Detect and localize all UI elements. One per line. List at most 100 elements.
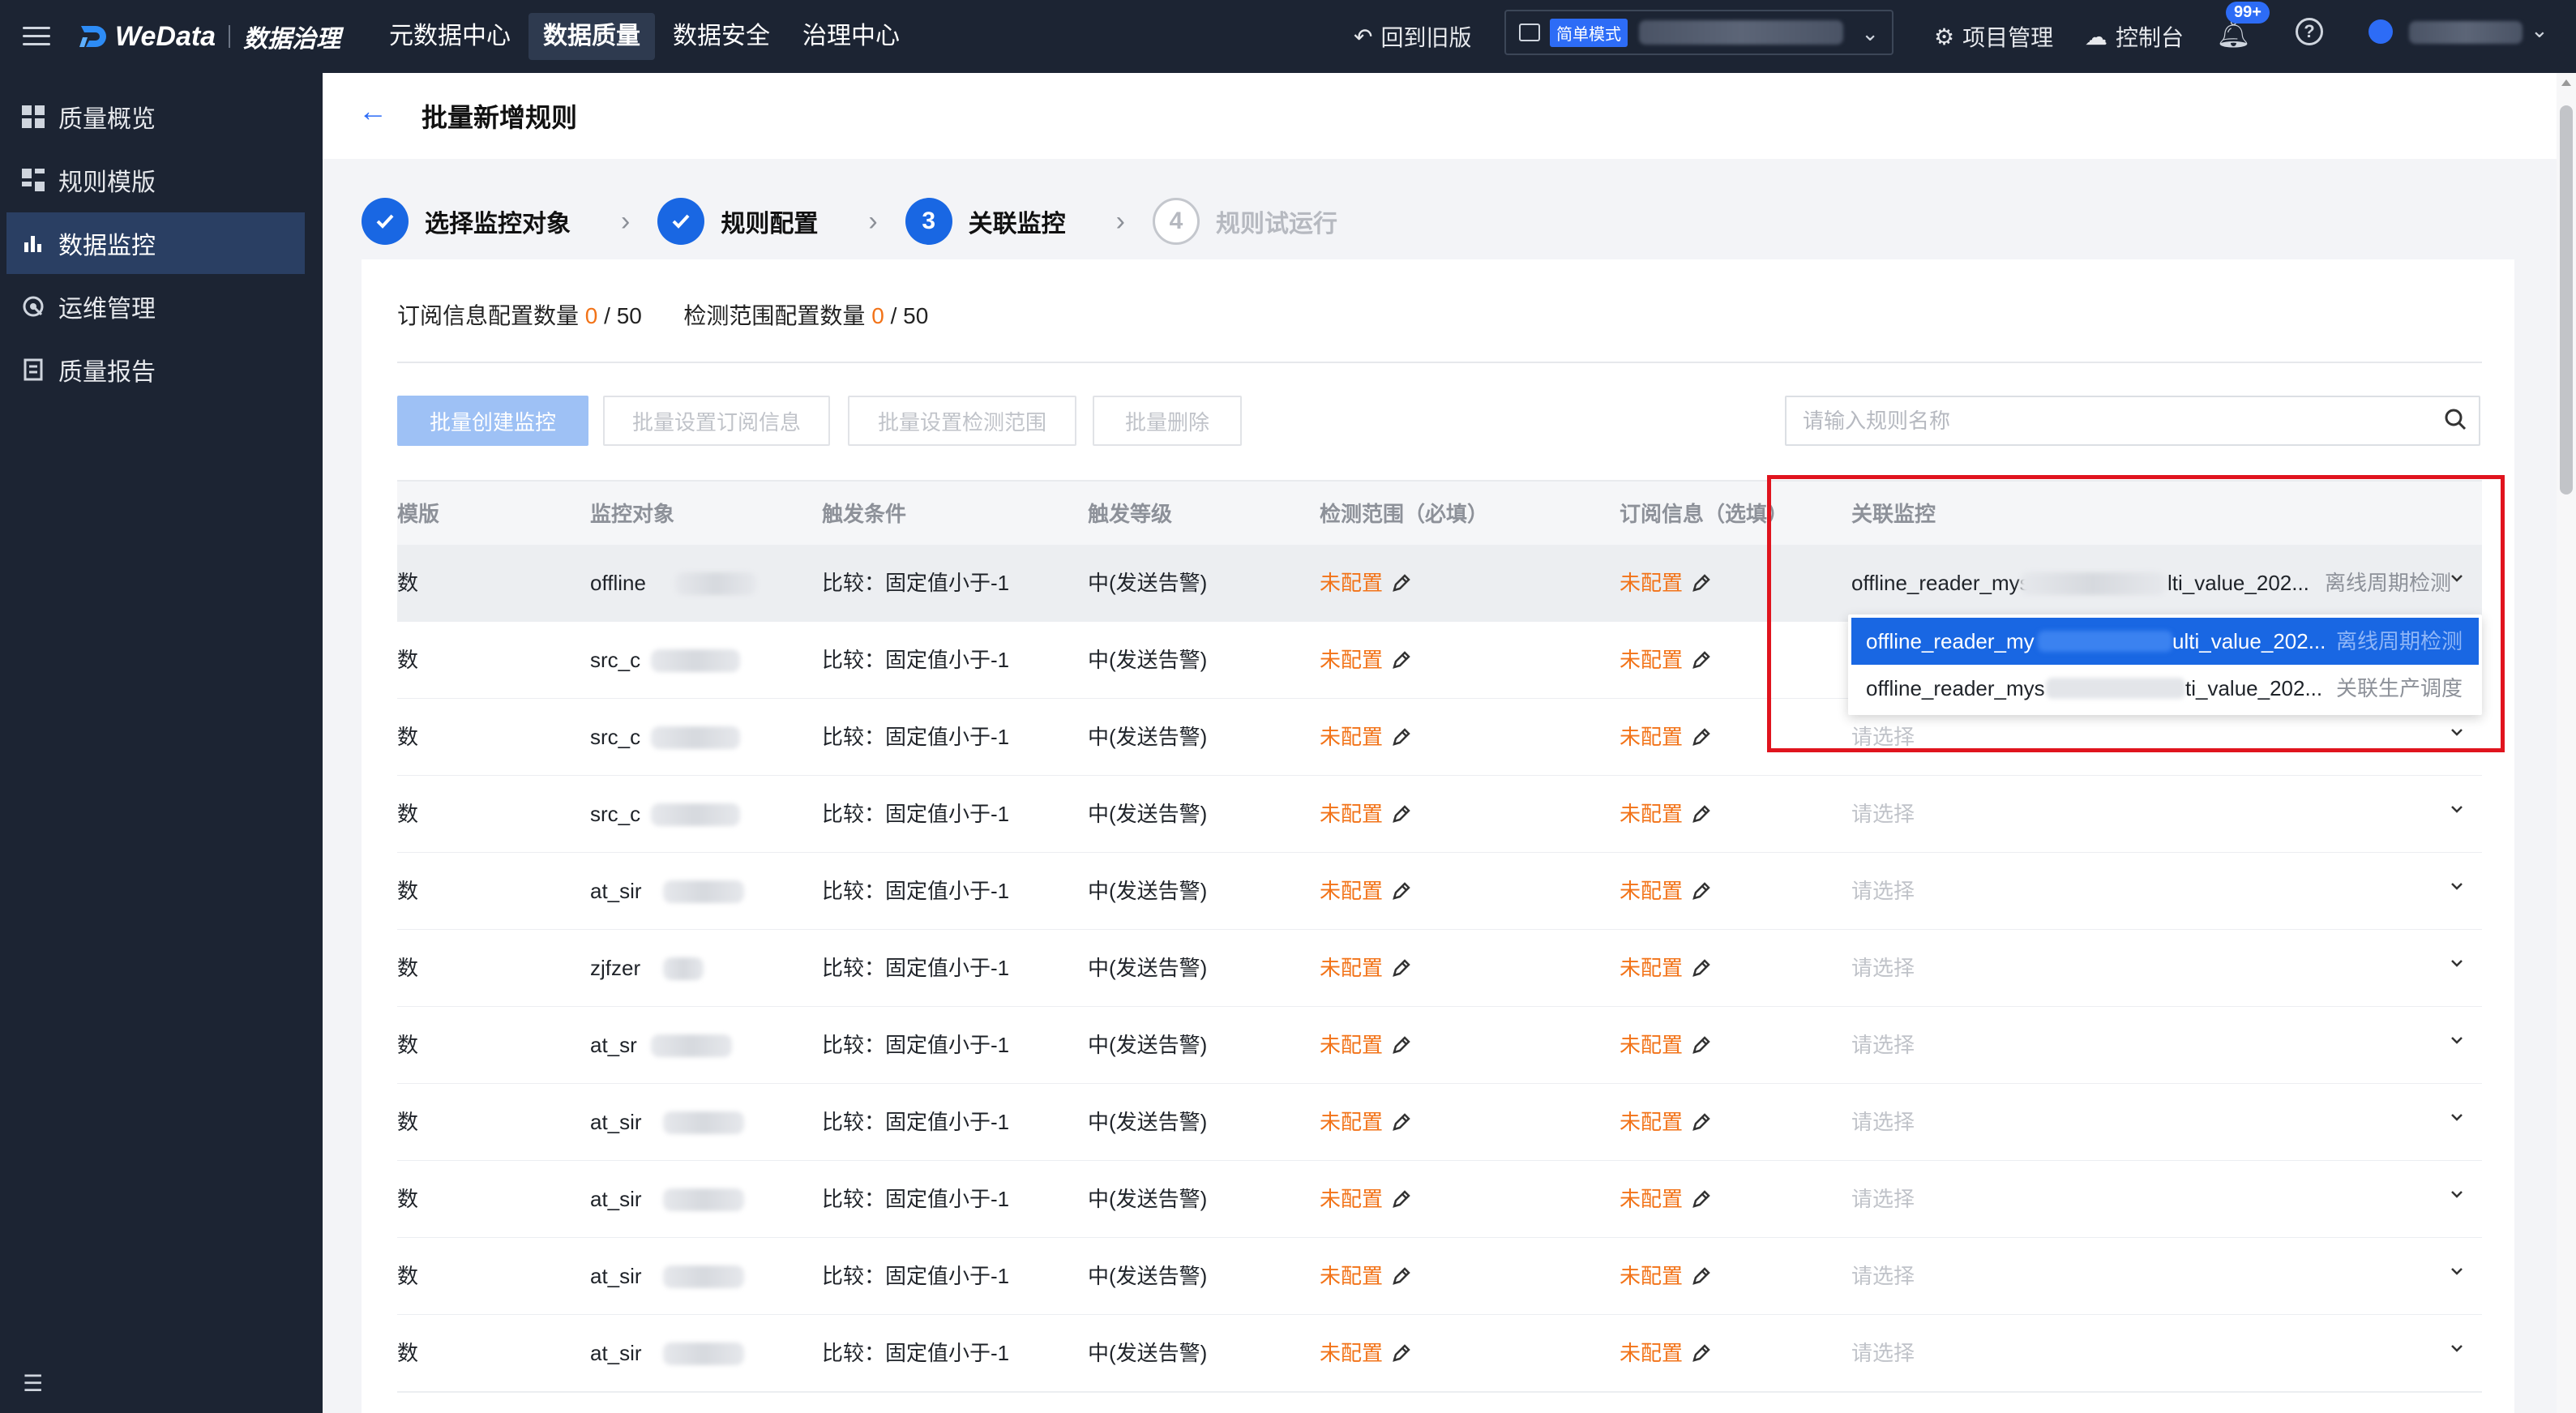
edit-pencil-icon[interactable] <box>1391 572 1412 593</box>
edit-pencil-icon[interactable] <box>1391 803 1412 824</box>
step-select-target[interactable]: 选择监控对象 <box>362 198 571 245</box>
chevron-down-icon[interactable] <box>2448 800 2466 818</box>
edit-pencil-icon[interactable] <box>1691 649 1712 670</box>
table-row[interactable]: 数 at_sir 比较：固定值小于-1 中(发送告警) 未配置 未配置 请选择 <box>397 1161 2482 1239</box>
project-management-link[interactable]: ⚙ 项目管理 <box>1934 0 2053 73</box>
settings-icon: ⚙ <box>1934 24 1955 49</box>
cell-template: 数 <box>397 802 419 826</box>
ops-icon <box>21 294 45 319</box>
step-label: 规则配置 <box>721 211 819 238</box>
logo[interactable]: WeData 数据治理 <box>78 16 340 57</box>
edit-pencil-icon[interactable] <box>1691 880 1712 901</box>
col-object: 监控对象 <box>590 502 675 526</box>
edit-pencil-icon[interactable] <box>1691 803 1712 824</box>
nav-governance-center[interactable]: 治理中心 <box>788 13 914 60</box>
table-row[interactable]: 数 at_sir 比较：固定值小于-1 中(发送告警) 未配置 未配置 请选择 <box>397 1238 2482 1316</box>
assoc-monitor-select[interactable]: 请选择 <box>1851 776 1915 852</box>
cell-scope: 未配置 <box>1320 930 1412 1006</box>
assoc-monitor-select[interactable]: 请选择 <box>1851 1161 1915 1237</box>
logo-text: WeData <box>115 20 216 52</box>
batch-create-monitor-button[interactable]: 批量创建监控 <box>397 396 588 446</box>
nav-data-quality[interactable]: 数据质量 <box>528 13 655 60</box>
sidebar-item-quality-overview[interactable]: 质量概览 <box>6 86 305 148</box>
project-selector[interactable]: 简单模式 ⌄ <box>1504 10 1893 55</box>
assoc-monitor-select[interactable]: 请选择 <box>1851 1315 1915 1391</box>
edit-pencil-icon[interactable] <box>1391 1342 1412 1364</box>
edit-pencil-icon[interactable] <box>1391 1034 1412 1055</box>
chevron-down-icon[interactable] <box>2448 1185 2466 1203</box>
edit-pencil-icon[interactable] <box>1391 1111 1412 1133</box>
assoc-monitor-select[interactable]: 请选择 <box>1851 1238 1915 1314</box>
edit-pencil-icon[interactable] <box>1691 1265 1712 1287</box>
assoc-monitor-select[interactable]: 请选择 <box>1851 930 1915 1006</box>
cell-scope: 未配置 <box>1320 545 1412 621</box>
user-chevron-down-icon[interactable]: ⌄ <box>2531 18 2548 43</box>
sidebar-item-quality-report[interactable]: 质量报告 <box>6 339 305 400</box>
table-row[interactable]: 数 at_sr 比较：固定值小于-1 中(发送告警) 未配置 未配置 请选择 <box>397 1007 2482 1085</box>
check-icon <box>657 198 705 245</box>
nav-data-security[interactable]: 数据安全 <box>658 13 785 60</box>
edit-pencil-icon[interactable] <box>1391 1188 1412 1210</box>
edit-pencil-icon[interactable] <box>1691 1111 1712 1133</box>
chevron-down-icon[interactable] <box>2448 1339 2466 1357</box>
subscribe-status: 未配置 <box>1620 1341 1684 1365</box>
collapse-sidebar-icon[interactable]: ☰ <box>23 1370 43 1397</box>
cell-template: 数 <box>397 1341 419 1365</box>
top-nav: 元数据中心 数据质量 数据安全 治理中心 <box>374 8 918 65</box>
assoc-monitor-select[interactable]: 请选择 <box>1851 1007 1915 1083</box>
edit-pencil-icon[interactable] <box>1391 726 1412 747</box>
cell-condition: 比较：固定值小于-1 <box>822 802 1010 826</box>
batch-set-scope-button[interactable]: 批量设置检测范围 <box>848 396 1076 446</box>
step-assoc-monitor[interactable]: 3 关联监控 <box>905 198 1066 245</box>
sidebar-item-rule-template[interactable]: 规则模版 <box>6 149 305 211</box>
scope-status: 未配置 <box>1320 1341 1384 1365</box>
assoc-monitor-select[interactable]: 请选择 <box>1851 1084 1915 1160</box>
edit-pencil-icon[interactable] <box>1691 1342 1712 1364</box>
edit-pencil-icon[interactable] <box>1391 649 1412 670</box>
search-icon[interactable] <box>2443 407 2467 431</box>
scrollbar-thumb[interactable] <box>2560 105 2573 495</box>
cell-level: 中(发送告警) <box>1088 879 1208 903</box>
sidebar-item-label: 质量报告 <box>58 359 156 386</box>
cell-object: src_c <box>590 648 641 672</box>
hamburger-menu-icon[interactable] <box>23 21 50 50</box>
edit-pencil-icon[interactable] <box>1691 572 1712 593</box>
back-to-old-version[interactable]: ↶ 回到旧版 <box>1354 0 1471 73</box>
batch-set-subscribe-button[interactable]: 批量设置订阅信息 <box>603 396 830 446</box>
sidebar-item-ops-management[interactable]: 运维管理 <box>6 276 305 337</box>
nav-metadata-center[interactable]: 元数据中心 <box>374 13 525 60</box>
username-blurred[interactable] <box>2409 21 2523 44</box>
chevron-down-icon[interactable] <box>2448 1262 2466 1280</box>
edit-pencil-icon[interactable] <box>1391 880 1412 901</box>
object-name-blurred <box>651 726 740 749</box>
chevron-down-icon[interactable] <box>2448 954 2466 972</box>
help-icon[interactable]: ? <box>2296 18 2323 45</box>
edit-pencil-icon[interactable] <box>1391 1265 1412 1287</box>
console-link[interactable]: ☁ 控制台 <box>2085 0 2184 73</box>
sidebar-item-label: 运维管理 <box>58 296 156 323</box>
table-row[interactable]: 数 at_sir 比较：固定值小于-1 中(发送告警) 未配置 未配置 请选择 <box>397 1084 2482 1162</box>
object-name-blurred <box>663 957 704 980</box>
chevron-down-icon[interactable] <box>2448 1108 2466 1126</box>
sidebar-item-data-monitor[interactable]: 数据监控 <box>6 212 305 274</box>
step-rule-config[interactable]: 规则配置 <box>657 198 818 245</box>
table-row[interactable]: 数 zjfzer 比较：固定值小于-1 中(发送告警) 未配置 未配置 请选择 <box>397 930 2482 1008</box>
back-arrow-icon[interactable]: ← <box>358 94 387 128</box>
cell-object: at_sir <box>590 1264 642 1288</box>
table-row[interactable]: 数 at_sir 比较：固定值小于-1 中(发送告警) 未配置 未配置 请选择 <box>397 853 2482 931</box>
edit-pencil-icon[interactable] <box>1691 1188 1712 1210</box>
batch-delete-button[interactable]: 批量删除 <box>1093 396 1242 446</box>
table-row[interactable]: 数 src_c 比较：固定值小于-1 中(发送告警) 未配置 未配置 请选择 <box>397 776 2482 854</box>
scroll-up-icon[interactable] <box>2561 79 2571 86</box>
edit-pencil-icon[interactable] <box>1691 957 1712 978</box>
chevron-down-icon[interactable] <box>2448 877 2466 895</box>
chevron-down-icon[interactable] <box>2448 1031 2466 1049</box>
table-row[interactable]: 数 at_sir 比较：固定值小于-1 中(发送告警) 未配置 未配置 请选择 <box>397 1315 2482 1393</box>
avatar[interactable] <box>2368 19 2393 44</box>
assoc-monitor-select[interactable]: 请选择 <box>1851 853 1915 929</box>
edit-pencil-icon[interactable] <box>1691 1034 1712 1055</box>
edit-pencil-icon[interactable] <box>1691 726 1712 747</box>
edit-pencil-icon[interactable] <box>1391 957 1412 978</box>
cell-level: 中(发送告警) <box>1088 571 1208 595</box>
rule-search-input[interactable] <box>1787 397 2419 444</box>
